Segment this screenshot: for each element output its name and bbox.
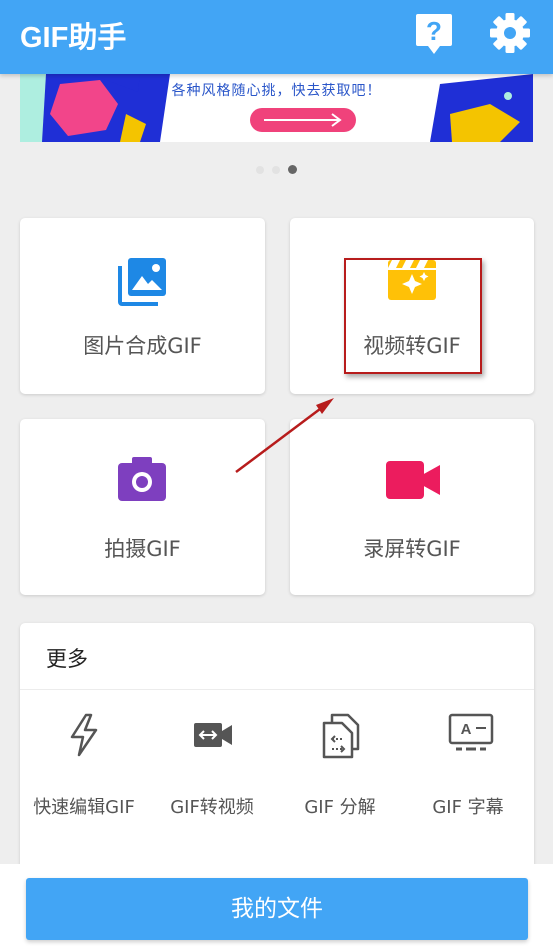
banner-cta-button[interactable] bbox=[250, 108, 356, 132]
app-title: GIF助手 bbox=[20, 22, 127, 54]
annotation-arrow bbox=[235, 398, 334, 473]
arrow-right-icon bbox=[264, 113, 342, 127]
carousel-dot[interactable] bbox=[272, 166, 280, 174]
svg-text:?: ? bbox=[426, 16, 442, 46]
split-files-icon bbox=[322, 713, 360, 759]
tool-label: GIF 字幕 bbox=[432, 797, 504, 818]
promo-banner[interactable]: 各种风格随心挑，快去获取吧！ bbox=[20, 74, 533, 142]
camera-icon bbox=[118, 457, 166, 501]
subtitle-icon: A bbox=[448, 713, 494, 751]
highlight-annotation bbox=[344, 258, 482, 374]
card-label: 拍摄GIF bbox=[104, 537, 181, 561]
card-label: 图片合成GIF bbox=[83, 334, 202, 358]
svg-text:A: A bbox=[461, 721, 472, 738]
help-button[interactable]: ? bbox=[414, 12, 454, 56]
gif-subtitle-button[interactable]: A GIF 字幕 bbox=[404, 713, 532, 823]
app-bar: GIF助手 ? bbox=[0, 0, 553, 74]
tool-label: 快速编辑GIF bbox=[33, 797, 135, 818]
carousel-dot[interactable] bbox=[256, 166, 264, 174]
capture-gif-card[interactable]: 拍摄GIF bbox=[20, 419, 265, 595]
banner-text: 各种风格随心挑，快去获取吧！ bbox=[171, 83, 382, 99]
section-title: 更多 bbox=[46, 647, 88, 671]
image-icon bbox=[118, 258, 166, 306]
images-to-gif-card[interactable]: 图片合成GIF bbox=[20, 218, 265, 394]
gif-to-video-button[interactable]: GIF转视频 bbox=[148, 713, 276, 823]
quick-edit-gif-button[interactable]: 快速编辑GIF bbox=[20, 713, 148, 823]
carousel-indicator bbox=[254, 165, 300, 175]
carousel-dot-active[interactable] bbox=[288, 165, 297, 174]
tool-label: GIF转视频 bbox=[170, 797, 254, 818]
card-label: 录屏转GIF bbox=[363, 537, 461, 561]
help-icon: ? bbox=[416, 14, 452, 54]
my-files-button[interactable]: 我的文件 bbox=[26, 878, 528, 940]
gif-to-video-icon bbox=[194, 723, 232, 747]
gif-split-button[interactable]: GIF 分解 bbox=[276, 713, 404, 823]
screen-record-icon bbox=[386, 461, 440, 499]
tool-label: GIF 分解 bbox=[304, 797, 376, 818]
settings-button[interactable] bbox=[487, 10, 533, 56]
bottom-bar: 我的文件 bbox=[0, 864, 553, 950]
gear-icon bbox=[490, 13, 530, 53]
more-section: 更多 快速编辑GIF GIF转视频 GIF 分解 A GIF 字幕 bbox=[20, 623, 534, 883]
divider bbox=[20, 689, 534, 690]
lightning-icon bbox=[70, 713, 98, 757]
